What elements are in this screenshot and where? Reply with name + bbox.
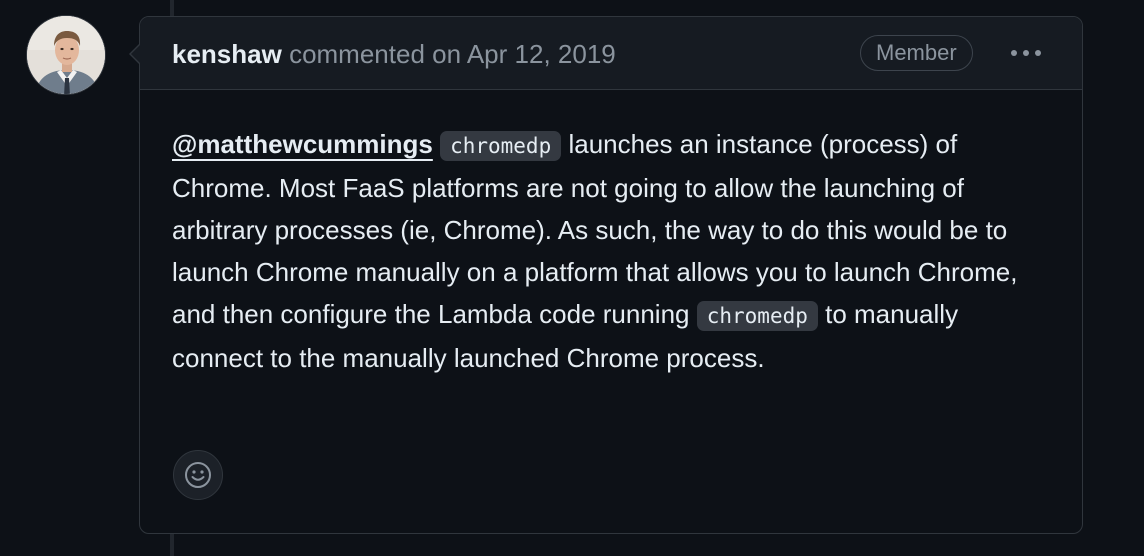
user-mention-link[interactable]: @matthewcummings [172,129,433,159]
inline-code: chromedp [696,301,818,331]
comment-header-text: kenshaw commented on Apr 12, 2019 [172,39,616,70]
avatar-portrait-icon [27,16,105,94]
comment-box: kenshaw commented on Apr 12, 2019 Member… [129,16,1083,534]
comment-options-button[interactable] [1006,39,1046,67]
author-link[interactable]: kenshaw [172,39,282,69]
add-reaction-button[interactable] [173,450,223,500]
smiley-icon [185,462,211,488]
comment-body: @matthewcummings chromedp launches an in… [172,123,1052,379]
inline-code: chromedp [440,131,562,161]
comment-action: commented on [289,39,462,69]
comment-timestamp[interactable]: Apr 12, 2019 [467,39,616,69]
role-badge: Member [860,35,973,71]
user-avatar[interactable] [26,15,106,95]
kebab-horizontal-icon [1011,50,1041,56]
comment-timeline: kenshaw commented on Apr 12, 2019 Member… [0,0,1144,556]
comment-header: kenshaw commented on Apr 12, 2019 Member [140,17,1082,90]
